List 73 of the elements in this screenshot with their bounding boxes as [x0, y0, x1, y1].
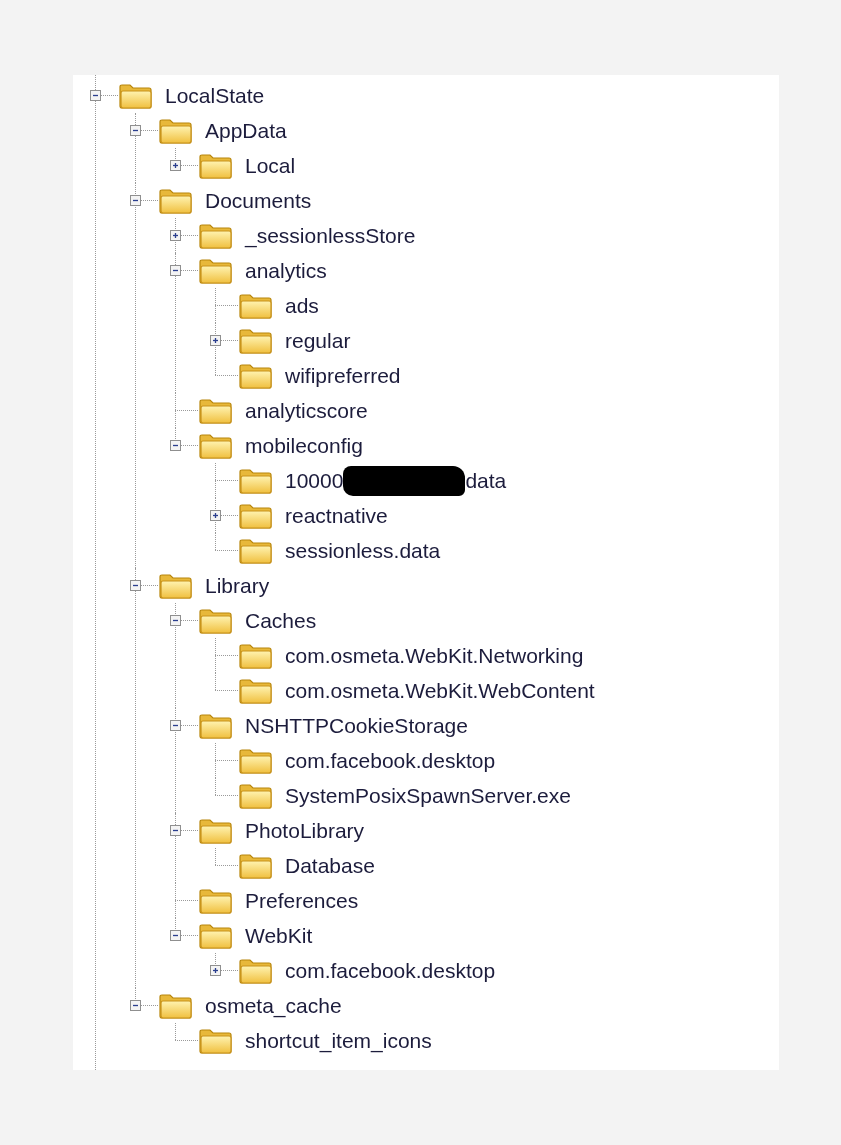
folder-name[interactable]: LocalState: [165, 85, 265, 106]
folder-icon: [238, 782, 273, 810]
folder-icon: [238, 747, 273, 775]
folder-name[interactable]: 10000: [285, 470, 344, 491]
folder-name[interactable]: mobileconfig: [245, 435, 363, 456]
folder-icon: [158, 117, 193, 145]
folder-name-end: data: [465, 470, 507, 491]
folder-icon: [238, 642, 273, 670]
folder-name[interactable]: NSHTTPCookieStorage: [245, 715, 468, 736]
collapse-icon[interactable]: [170, 265, 181, 276]
folder-icon: [198, 607, 233, 635]
folder-name[interactable]: ads: [285, 295, 319, 316]
folder-name[interactable]: osmeta_cache: [205, 995, 342, 1016]
folder-icon: [158, 572, 193, 600]
collapse-icon[interactable]: [170, 615, 181, 626]
folder-name[interactable]: analyticscore: [245, 400, 368, 421]
folder-name[interactable]: WebKit: [245, 925, 313, 946]
folder-name[interactable]: SystemPosixSpawnServer.exe: [285, 785, 571, 806]
folder-name[interactable]: PhotoLibrary: [245, 820, 365, 841]
folder-icon: [118, 82, 153, 110]
folder-icon: [238, 292, 273, 320]
folder-name[interactable]: Caches: [245, 610, 317, 631]
folder-icon: [198, 432, 233, 460]
collapse-icon[interactable]: [170, 825, 181, 836]
folder-name[interactable]: sessionless.data: [285, 540, 441, 561]
folder-name[interactable]: analytics: [245, 260, 327, 281]
folder-icon: [198, 1027, 233, 1055]
collapse-icon[interactable]: [170, 720, 181, 731]
collapse-icon[interactable]: [170, 930, 181, 941]
folder-icon: [238, 852, 273, 880]
folder-name[interactable]: com.facebook.desktop: [285, 960, 496, 981]
folder-icon: [198, 922, 233, 950]
folder-name[interactable]: AppData: [205, 120, 287, 141]
collapse-icon[interactable]: [130, 1000, 141, 1011]
folder-icon: [198, 817, 233, 845]
folder-icon: [158, 992, 193, 1020]
folder-name[interactable]: regular: [285, 330, 351, 351]
folder-icon: [238, 537, 273, 565]
folder-name[interactable]: Documents: [205, 190, 312, 211]
expand-icon[interactable]: [170, 230, 181, 241]
folder-name[interactable]: com.facebook.desktop: [285, 750, 496, 771]
folder-name[interactable]: com.osmeta.WebKit.WebContent: [285, 680, 595, 701]
folder-name[interactable]: Local: [245, 155, 296, 176]
folder-name[interactable]: shortcut_item_icons: [245, 1030, 432, 1051]
folder-icon: [198, 222, 233, 250]
collapse-icon[interactable]: [130, 125, 141, 136]
folder-icon: [198, 152, 233, 180]
expand-icon[interactable]: [210, 965, 221, 976]
folder-icon: [238, 502, 273, 530]
expand-icon[interactable]: [210, 510, 221, 521]
collapse-icon[interactable]: [130, 195, 141, 206]
folder-icon: [198, 712, 233, 740]
folder-name[interactable]: Database: [285, 855, 375, 876]
folder-icon: [238, 957, 273, 985]
folder-icon: [198, 887, 233, 915]
folder-icon: [238, 677, 273, 705]
folder-name[interactable]: _sessionlessStore: [245, 225, 416, 246]
folder-icon: [238, 327, 273, 355]
folder-name[interactable]: wifipreferred: [285, 365, 401, 386]
expand-icon[interactable]: [170, 160, 181, 171]
folder-name[interactable]: reactnative: [285, 505, 388, 526]
folder-name[interactable]: Preferences: [245, 890, 359, 911]
folder-icon: [238, 467, 273, 495]
expand-icon[interactable]: [210, 335, 221, 346]
folder-icon: [198, 397, 233, 425]
collapse-icon[interactable]: [130, 580, 141, 591]
folder-icon: [198, 257, 233, 285]
folder-icon: [158, 187, 193, 215]
folder-icon: [238, 362, 273, 390]
collapse-icon[interactable]: [90, 90, 101, 101]
folder-name[interactable]: Library: [205, 575, 270, 596]
collapse-icon[interactable]: [170, 440, 181, 451]
folder-name[interactable]: com.osmeta.WebKit.Networking: [285, 645, 584, 666]
